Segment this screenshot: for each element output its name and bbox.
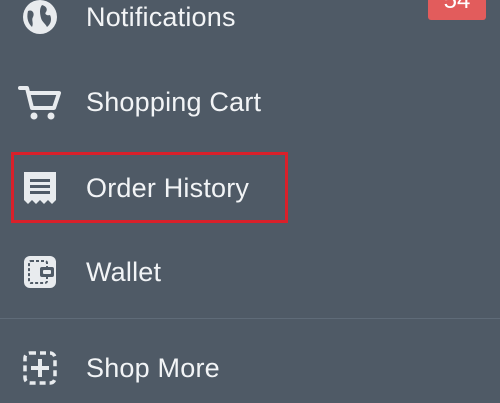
- add-box-icon: [18, 346, 62, 390]
- menu-item-wallet[interactable]: Wallet: [0, 237, 500, 307]
- menu-item-label: Order History: [86, 172, 250, 203]
- menu-divider: [0, 318, 500, 319]
- menu-item-order-history[interactable]: Order History: [0, 153, 500, 223]
- notification-count-badge: 54: [428, 0, 486, 20]
- globe-icon: [18, 0, 62, 39]
- menu-item-label: Wallet: [86, 256, 162, 287]
- menu-item-shop-more[interactable]: Shop More: [0, 333, 500, 403]
- menu-item-notifications[interactable]: Notifications 54: [0, 0, 500, 52]
- menu-item-shopping-cart[interactable]: Shopping Cart: [0, 67, 500, 137]
- wallet-icon: [18, 250, 62, 294]
- menu-item-label: Shop More: [86, 352, 220, 383]
- receipt-icon: [18, 166, 62, 210]
- navigation-menu: Notifications 54 Shopping Cart Order His…: [0, 0, 500, 403]
- menu-item-label: Shopping Cart: [86, 86, 262, 117]
- menu-item-label: Notifications: [86, 1, 236, 32]
- cart-icon: [18, 80, 62, 124]
